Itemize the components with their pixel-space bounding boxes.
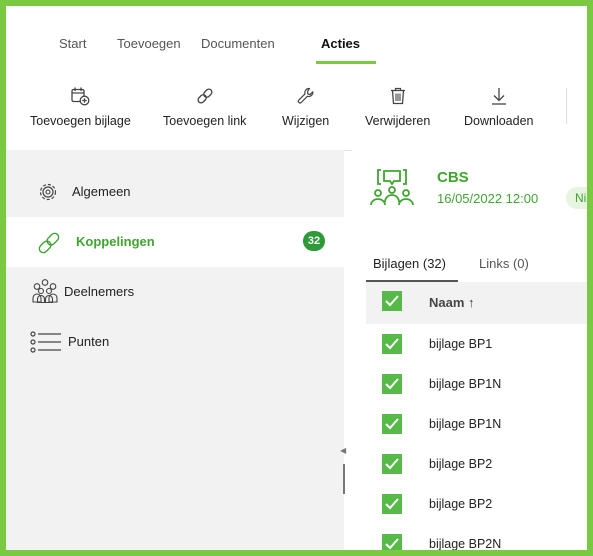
row-checkbox[interactable] [382,494,402,514]
download-button[interactable]: Downloaden [464,86,534,128]
sidebar-item-deelnemers[interactable]: Deelnemers [6,267,344,317]
sidebar-item-label: Koppelingen [76,234,155,249]
row-checkbox[interactable] [382,414,402,434]
meeting-datetime: 16/05/2022 12:00 [437,191,539,206]
sidebar-item-label: Algemeen [72,184,131,199]
collapse-arrow-icon[interactable]: ◀ [340,446,346,455]
tab-links[interactable]: Links (0) [479,256,529,271]
tab-start[interactable]: Start [59,36,86,51]
row-name[interactable]: bijlage BP1N [429,417,501,431]
app-window: Start Toevoegen Documenten Acties Toevoe… [0,0,593,556]
edit-button[interactable]: Wijzigen [282,86,329,128]
wrench-icon [297,87,314,104]
add-link-button[interactable]: Toevoegen link [163,86,246,128]
sort-ascending-icon: ↑ [468,295,475,310]
checkmark-icon [385,338,399,350]
checkmark-icon [385,378,399,390]
link-icon [34,230,64,261]
table-row[interactable]: bijlage BP1 [366,324,587,364]
delete-button[interactable]: Verwijderen [365,86,430,128]
add-attachment-label: Toevoegen bijlage [30,114,131,128]
column-header-naam[interactable]: Naam ↑ [429,295,475,310]
checkmark-icon [385,498,399,510]
row-checkbox[interactable] [382,334,402,354]
table-row[interactable]: bijlage BP2 [366,444,587,484]
row-name[interactable]: bijlage BP1N [429,377,501,391]
edit-label: Wijzigen [282,114,330,128]
meeting-title: CBS [437,169,469,186]
sidebar: Algemeen Koppelingen 32 Deelnemers Punte… [6,150,344,550]
sidebar-item-algemeen[interactable]: Algemeen [6,167,344,217]
active-tab-indicator [316,61,376,64]
tab-bar: Start Toevoegen Documenten Acties [6,6,587,66]
sidebar-item-label: Punten [68,334,110,349]
download-icon [491,88,506,105]
table-row[interactable]: bijlage BP1N [366,404,587,444]
panel-splitter[interactable] [343,464,345,494]
link-icon [197,88,213,104]
row-checkbox[interactable] [382,454,402,474]
row-checkbox[interactable] [382,534,402,550]
count-badge: 32 [303,231,325,251]
row-name[interactable]: bijlage BP2N [429,537,501,550]
status-badge: Nieuw [566,187,587,209]
checkmark-icon [385,538,399,550]
list-icon [30,330,62,359]
sidebar-item-punten[interactable]: Punten [6,317,344,367]
gear-icon [34,180,62,209]
sidebar-item-label: Deelnemers [64,284,135,299]
checkmark-icon [385,418,399,430]
row-name[interactable]: bijlage BP2 [429,457,492,471]
people-icon [30,278,60,311]
row-checkbox[interactable] [382,374,402,394]
calendar-add-icon [71,87,90,106]
table-header: Naam ↑ [366,282,587,324]
tab-bijlagen[interactable]: Bijlagen (32) [373,256,446,271]
main-panel: CBS 16/05/2022 12:00 Nieuw Bijlagen (32)… [352,150,587,550]
sidebar-item-koppelingen[interactable]: Koppelingen 32 [6,217,344,267]
ribbon-toolbar: Toevoegen bijlage Toevoegen link Wijzige… [6,66,587,151]
tab-acties[interactable]: Acties [321,36,360,51]
row-name[interactable]: bijlage BP2 [429,497,492,511]
download-label: Downloaden [464,114,534,128]
tab-documenten[interactable]: Documenten [201,36,275,51]
table-row[interactable]: bijlage BP2 [366,484,587,524]
trash-icon [390,87,405,105]
table-row[interactable]: bijlage BP2N [366,524,587,550]
row-name[interactable]: bijlage BP1 [429,337,492,351]
organization-icon [370,166,414,213]
table-row[interactable]: bijlage BP1N [366,364,587,404]
checkmark-icon [385,295,399,307]
delete-label: Verwijderen [365,114,431,128]
add-link-label: Toevoegen link [163,114,247,128]
ribbon-divider [566,88,567,124]
tab-toevoegen[interactable]: Toevoegen [117,36,181,51]
add-attachment-button[interactable]: Toevoegen bijlage [30,86,131,128]
checkmark-icon [385,458,399,470]
select-all-checkbox[interactable] [382,291,402,311]
